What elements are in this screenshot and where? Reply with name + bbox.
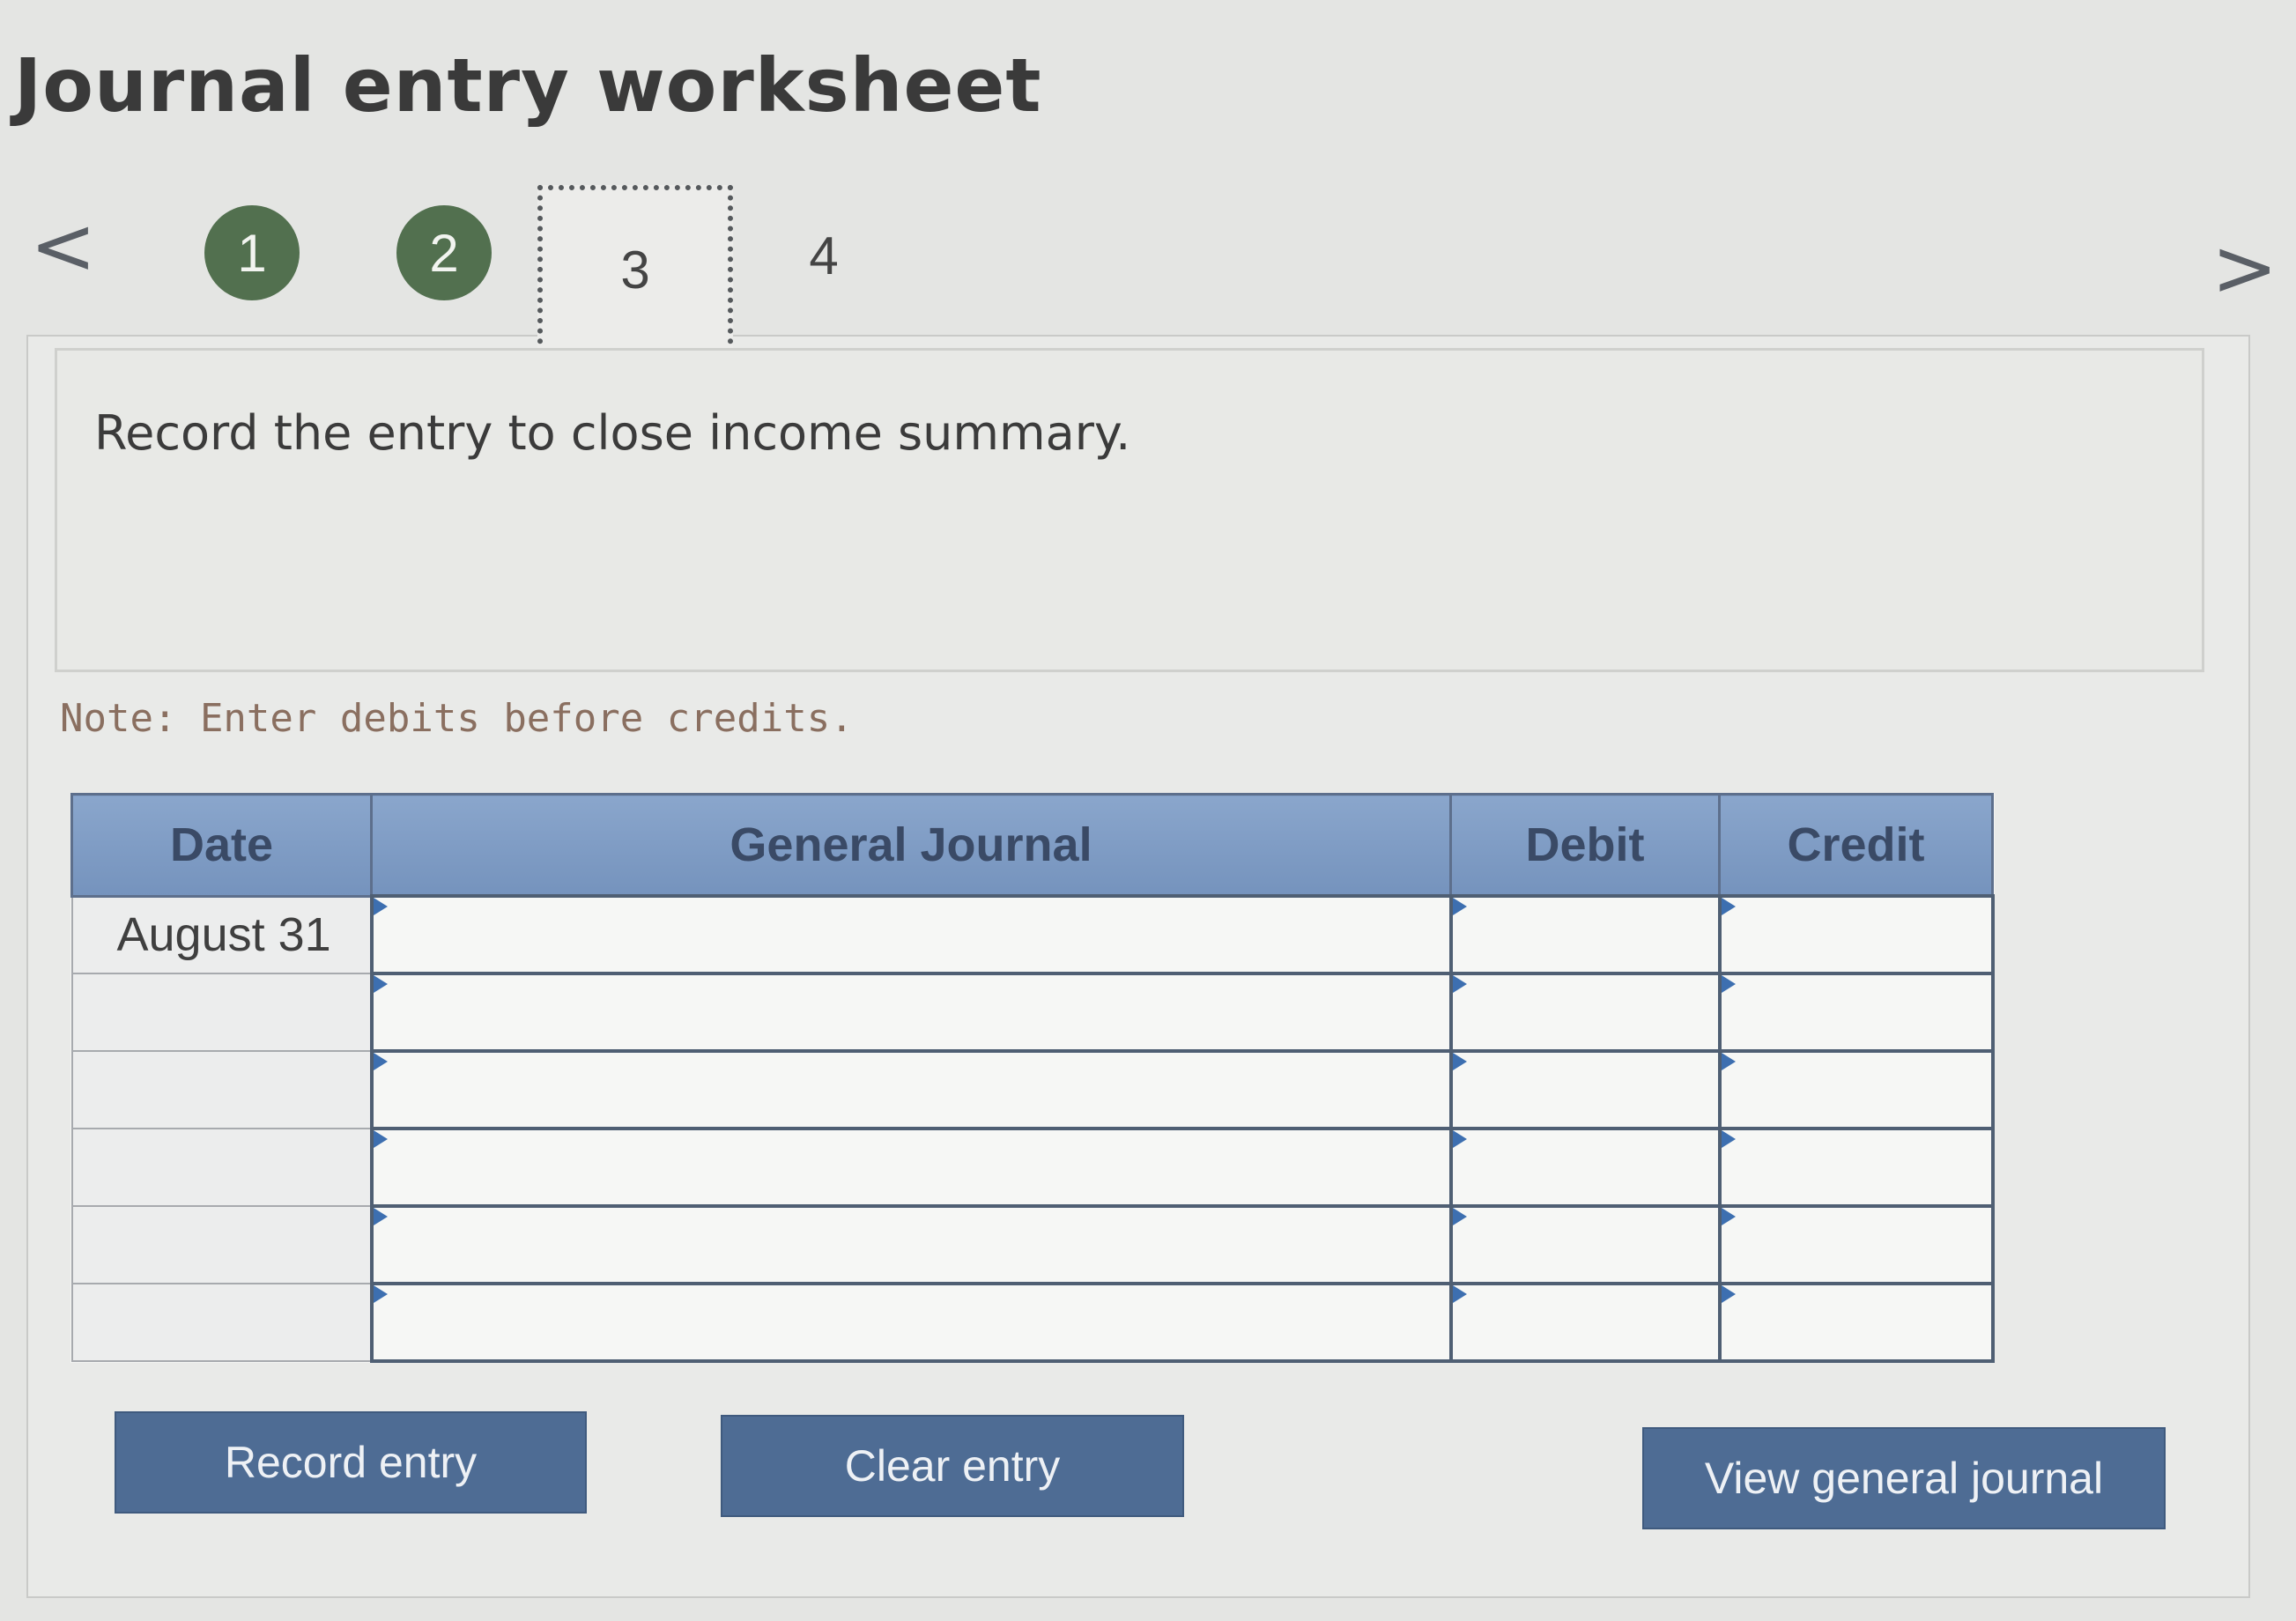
table-row bbox=[70, 1049, 1995, 1130]
debit-input[interactable] bbox=[1448, 1282, 1722, 1363]
date-cell: August 31 bbox=[70, 895, 373, 974]
date-cell bbox=[70, 1283, 373, 1362]
journal-account-input[interactable] bbox=[369, 1282, 1453, 1363]
step-2-completed[interactable]: 2 bbox=[396, 205, 492, 300]
credit-input[interactable] bbox=[1717, 1127, 1995, 1208]
step-1-completed[interactable]: 1 bbox=[204, 205, 300, 300]
clear-entry-button[interactable]: Clear entry bbox=[721, 1415, 1184, 1517]
journal-account-input[interactable] bbox=[369, 1049, 1453, 1130]
table-row bbox=[70, 1204, 1995, 1285]
note-text: Note: Enter debits before credits. bbox=[60, 696, 854, 741]
journal-table: Date General Journal Debit Credit August… bbox=[70, 793, 1995, 1363]
header-general-journal: General Journal bbox=[370, 793, 1452, 898]
credit-input[interactable] bbox=[1717, 894, 1995, 975]
header-credit: Credit bbox=[1718, 793, 1994, 898]
debit-input[interactable] bbox=[1448, 1204, 1722, 1285]
step-3-current[interactable]: 3 bbox=[537, 185, 733, 354]
header-date: Date bbox=[70, 793, 373, 898]
credit-input[interactable] bbox=[1717, 1204, 1995, 1285]
journal-account-input[interactable] bbox=[369, 972, 1453, 1053]
table-header-row: Date General Journal Debit Credit bbox=[70, 793, 1994, 898]
table-row bbox=[70, 972, 1995, 1053]
journal-account-input[interactable] bbox=[369, 894, 1453, 975]
step-4-pending[interactable]: 4 bbox=[775, 207, 872, 304]
page-title: Journal entry worksheet bbox=[14, 42, 1042, 129]
date-cell bbox=[70, 1128, 373, 1207]
chevron-right-icon[interactable]: > bbox=[2211, 229, 2277, 308]
header-debit: Debit bbox=[1449, 793, 1721, 898]
debit-input[interactable] bbox=[1448, 1127, 1722, 1208]
date-cell bbox=[70, 1050, 373, 1129]
debit-input[interactable] bbox=[1448, 1049, 1722, 1130]
table-row: August 31 bbox=[70, 894, 1995, 975]
table-row bbox=[70, 1282, 1995, 1363]
debit-input[interactable] bbox=[1448, 972, 1722, 1053]
instruction-box: Record the entry to close income summary… bbox=[55, 348, 2204, 672]
record-entry-button[interactable]: Record entry bbox=[115, 1411, 587, 1514]
journal-account-input[interactable] bbox=[369, 1204, 1453, 1285]
journal-account-input[interactable] bbox=[369, 1127, 1453, 1208]
credit-input[interactable] bbox=[1717, 1049, 1995, 1130]
chevron-left-icon[interactable]: < bbox=[30, 207, 96, 286]
date-cell bbox=[70, 973, 373, 1052]
debit-input[interactable] bbox=[1448, 894, 1722, 975]
instruction-text: Record the entry to close income summary… bbox=[94, 405, 1131, 461]
credit-input[interactable] bbox=[1717, 972, 1995, 1053]
view-general-journal-button[interactable]: View general journal bbox=[1642, 1427, 2166, 1529]
table-row bbox=[70, 1127, 1995, 1208]
credit-input[interactable] bbox=[1717, 1282, 1995, 1363]
date-cell bbox=[70, 1205, 373, 1284]
